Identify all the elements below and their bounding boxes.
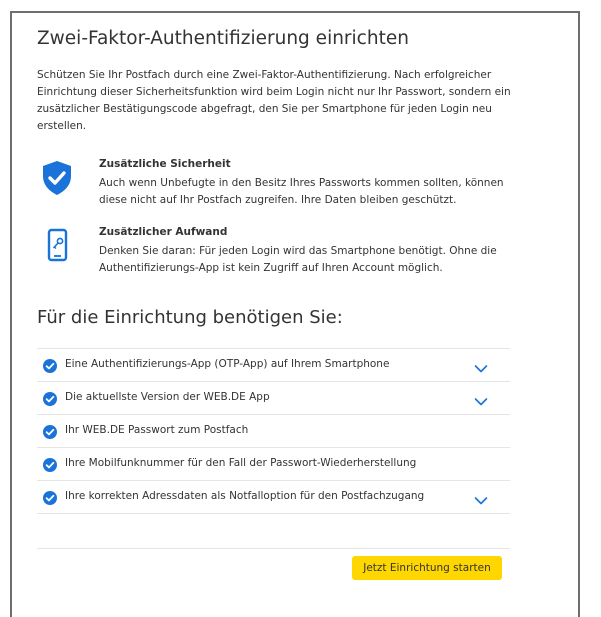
- check-circle-icon: [43, 358, 57, 373]
- feature-description: Auch wenn Unbefugte in den Besitz Ihres …: [99, 177, 504, 206]
- feature-effort: Zusätzlicher Aufwand Denken Sie daran: F…: [37, 226, 517, 276]
- requirement-label: Die aktuellste Version der WEB.DE App: [65, 391, 270, 403]
- feature-description: Denken Sie daran: Für jeden Login wird d…: [99, 245, 497, 274]
- requirement-row-otp-app[interactable]: Eine Authentifizierungs-App (OTP-App) au…: [37, 348, 510, 381]
- footer-divider: [37, 548, 510, 549]
- requirement-label: Eine Authentifizierungs-App (OTP-App) au…: [65, 358, 390, 370]
- start-setup-button[interactable]: Jetzt Einrichtung starten: [352, 556, 502, 580]
- chevron-down-icon[interactable]: [474, 359, 488, 373]
- requirement-row-address[interactable]: Ihre korrekten Adressdaten als Notfallop…: [37, 480, 510, 514]
- check-circle-icon: [43, 457, 57, 472]
- check-circle-icon: [43, 391, 57, 406]
- page-title: Zwei-Faktor-Authentifizierung einrichten: [37, 28, 409, 49]
- requirement-label: Ihr WEB.DE Passwort zum Postfach: [65, 424, 249, 436]
- check-circle-icon: [43, 490, 57, 505]
- requirements-title: Für die Einrichtung benötigen Sie:: [37, 307, 343, 328]
- feature-title: Zusätzlicher Aufwand: [99, 226, 228, 238]
- shield-check-icon: [37, 158, 77, 198]
- feature-security: Zusätzliche Sicherheit Auch wenn Unbefug…: [37, 158, 517, 208]
- check-circle-icon: [43, 424, 57, 439]
- requirement-row-app-version[interactable]: Die aktuellste Version der WEB.DE App: [37, 381, 510, 414]
- requirement-row-phone: Ihre Mobilfunknummer für den Fall der Pa…: [37, 447, 510, 480]
- chevron-down-icon[interactable]: [474, 491, 488, 505]
- intro-text: Schützen Sie Ihr Postfach durch eine Zwe…: [37, 69, 511, 132]
- requirement-label: Ihre korrekten Adressdaten als Notfallop…: [65, 490, 425, 502]
- requirement-label: Ihre Mobilfunknummer für den Fall der Pa…: [65, 457, 417, 469]
- requirements-list: Eine Authentifizierungs-App (OTP-App) au…: [37, 348, 510, 514]
- smartphone-key-icon: [37, 226, 77, 266]
- requirement-row-password: Ihr WEB.DE Passwort zum Postfach: [37, 414, 510, 447]
- chevron-down-icon[interactable]: [474, 392, 488, 406]
- feature-title: Zusätzliche Sicherheit: [99, 158, 231, 170]
